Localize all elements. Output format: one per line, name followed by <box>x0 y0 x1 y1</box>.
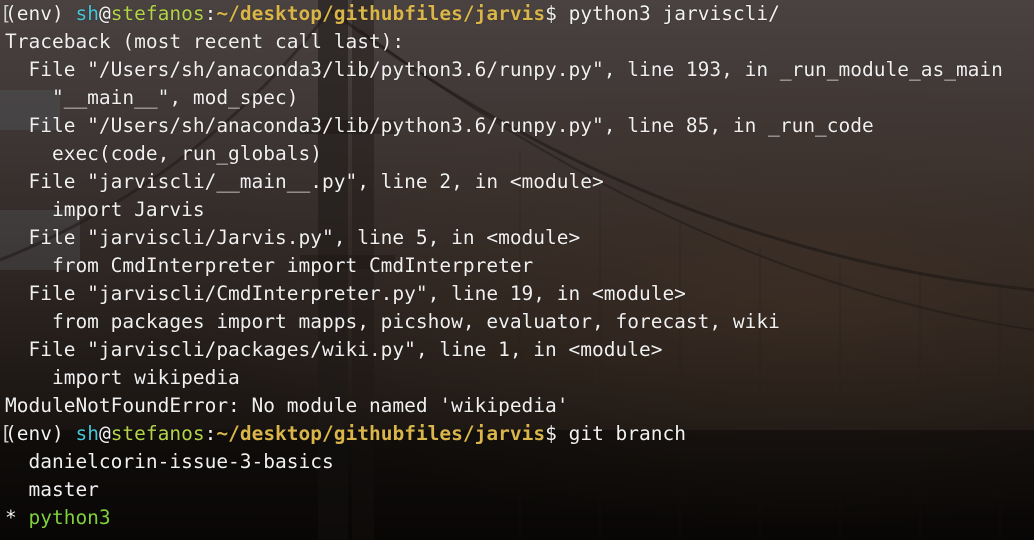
branch-item: danielcorin-issue-3-basics <box>5 450 334 473</box>
terminal-output: [(env) sh@stefanos:~/desktop/githubfiles… <box>0 0 1034 532</box>
output-line: File "jarviscli/packages/wiki.py", line … <box>0 336 1034 364</box>
traceback-line: exec(code, run_globals) <box>5 142 322 165</box>
output-line: import Jarvis <box>0 196 1034 224</box>
traceback-line: File "jarviscli/Jarvis.py", line 5, in <… <box>5 226 581 249</box>
command-text: python3 jarviscli/ <box>556 2 780 25</box>
traceback-line: File "jarviscli/__main__.py", line 2, in… <box>5 170 604 193</box>
output-line: import wikipedia <box>0 364 1034 392</box>
output-line: "__main__", mod_spec) <box>0 84 1034 112</box>
output-line: from CmdInterpreter import CmdInterprete… <box>0 252 1034 280</box>
prompt-user: sh <box>75 2 99 25</box>
prompt-line: [(env) sh@stefanos:~/desktop/githubfiles… <box>0 420 1034 448</box>
traceback-line: import wikipedia <box>5 366 240 389</box>
traceback-line: from packages import mapps, picshow, eva… <box>5 310 780 333</box>
prompt-path: ~/desktop/githubfiles/jarvis <box>216 2 546 25</box>
output-line: File "jarviscli/CmdInterpreter.py", line… <box>0 280 1034 308</box>
prompt-host: stefanos <box>110 422 205 445</box>
error-message: ModuleNotFoundError: No module named 'wi… <box>5 394 569 417</box>
traceback-line: File "jarviscli/packages/wiki.py", line … <box>5 338 663 361</box>
output-line: File "/Users/sh/anaconda3/lib/python3.6/… <box>0 56 1034 84</box>
prompt-line: [(env) sh@stefanos:~/desktop/githubfiles… <box>0 0 1034 28</box>
current-branch: python3 <box>28 506 111 529</box>
prompt-at: @ <box>98 422 111 445</box>
output-line: ModuleNotFoundError: No module named 'wi… <box>0 392 1034 420</box>
output-line: File "jarviscli/__main__.py", line 2, in… <box>0 168 1034 196</box>
prompt-colon: : <box>204 2 217 25</box>
terminal-window[interactable]: [(env) sh@stefanos:~/desktop/githubfiles… <box>0 0 1034 540</box>
prompt-dollar: $ <box>545 422 557 445</box>
command-text: git branch <box>556 422 686 445</box>
traceback-line: File "/Users/sh/anaconda3/lib/python3.6/… <box>5 58 1003 81</box>
output-line: master <box>0 476 1034 504</box>
prompt-user: sh <box>75 422 99 445</box>
traceback-line: from CmdInterpreter import CmdInterprete… <box>5 254 534 277</box>
prompt-env: (env) <box>5 422 64 445</box>
branch-item: master <box>5 478 99 501</box>
traceback-line: File "/Users/sh/anaconda3/lib/python3.6/… <box>5 114 874 137</box>
prompt-env: (env) <box>5 2 64 25</box>
prompt-host: stefanos <box>110 2 205 25</box>
output-line: Traceback (most recent call last): <box>0 28 1034 56</box>
output-line: File "/Users/sh/anaconda3/lib/python3.6/… <box>0 112 1034 140</box>
output-line: * python3 <box>0 504 1034 532</box>
prompt-path: ~/desktop/githubfiles/jarvis <box>216 422 546 445</box>
output-line: exec(code, run_globals) <box>0 140 1034 168</box>
output-line: File "jarviscli/Jarvis.py", line 5, in <… <box>0 224 1034 252</box>
traceback-line: File "jarviscli/CmdInterpreter.py", line… <box>5 282 686 305</box>
output-line: danielcorin-issue-3-basics <box>0 448 1034 476</box>
traceback-header: Traceback (most recent call last): <box>5 30 405 53</box>
current-branch-marker: * <box>5 506 29 529</box>
traceback-line: "__main__", mod_spec) <box>5 86 299 109</box>
prompt-at: @ <box>98 2 111 25</box>
output-line: from packages import mapps, picshow, eva… <box>0 308 1034 336</box>
prompt-dollar: $ <box>545 2 557 25</box>
prompt-colon: : <box>204 422 217 445</box>
traceback-line: import Jarvis <box>5 198 205 221</box>
